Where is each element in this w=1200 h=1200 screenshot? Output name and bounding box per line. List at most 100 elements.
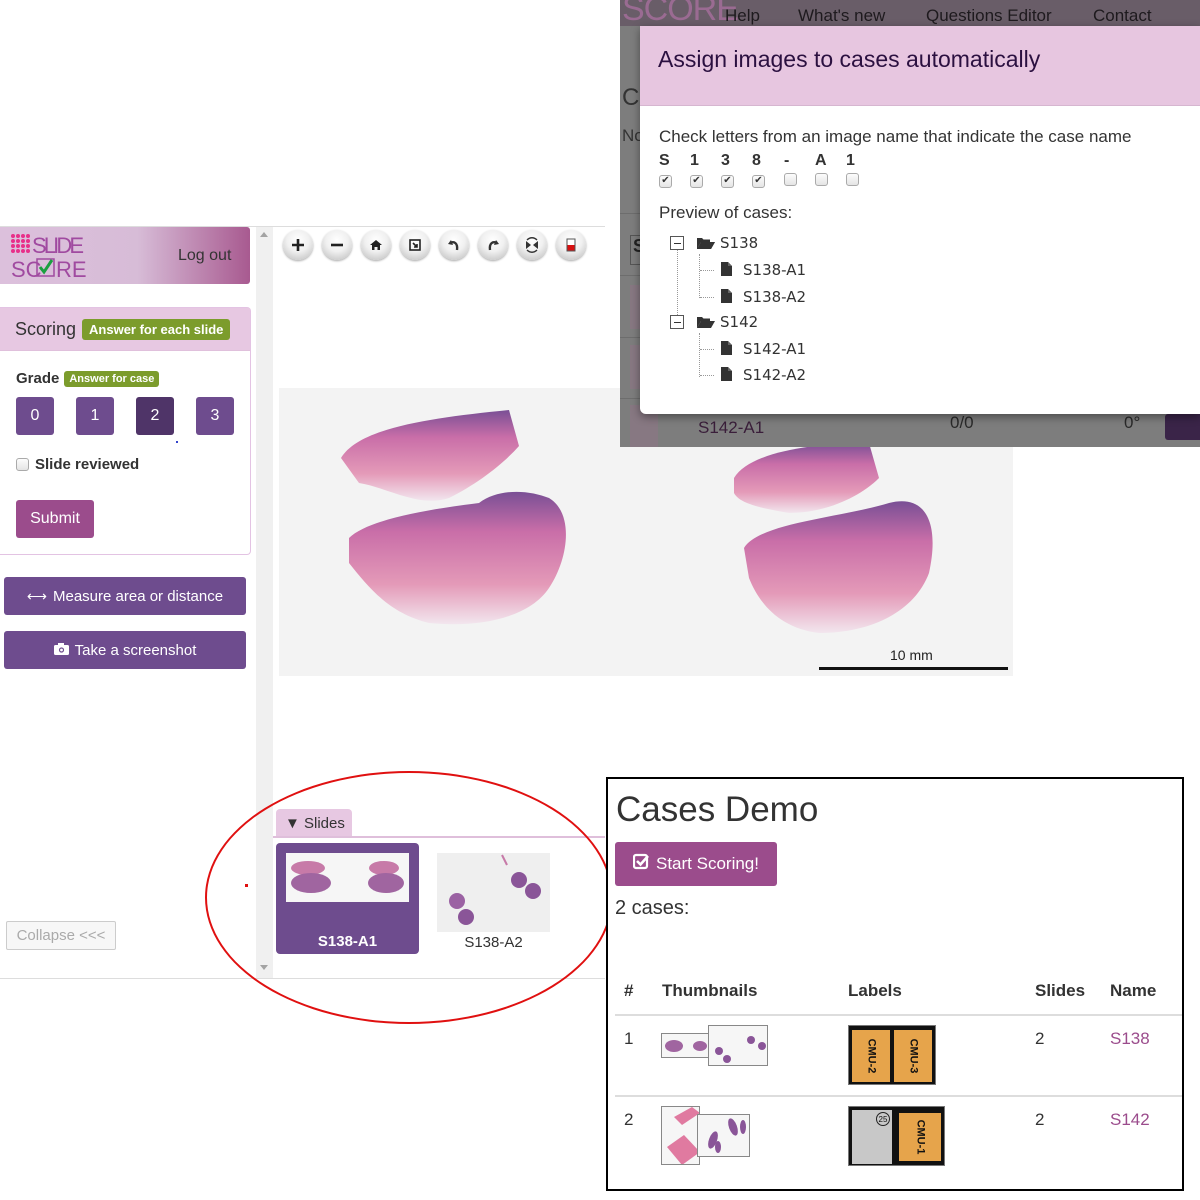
- screenshot-button-label: Take a screenshot: [74, 641, 197, 659]
- case-thumbnail[interactable]: [708, 1025, 768, 1066]
- nav-help[interactable]: Help: [725, 6, 760, 26]
- flip-button[interactable]: [517, 230, 547, 260]
- logout-link[interactable]: Log out: [178, 247, 231, 265]
- color-adjust-button[interactable]: [556, 230, 586, 260]
- collapse-toggle[interactable]: [670, 236, 684, 250]
- letter-checkbox-checked[interactable]: ✔: [752, 174, 765, 188]
- letter-checkbox[interactable]: [815, 173, 828, 186]
- cases-count: 2 cases:: [615, 897, 690, 919]
- tree-case-label[interactable]: S138: [720, 234, 758, 252]
- nav-contact[interactable]: Contact: [1093, 6, 1152, 26]
- case-slide-count: 2: [1035, 1110, 1045, 1129]
- grade-option-2-selected[interactable]: 2: [136, 397, 174, 435]
- letter-char: 8: [752, 152, 761, 169]
- background-heading: C: [622, 84, 640, 111]
- fullscreen-button[interactable]: [400, 230, 430, 260]
- tree-image-label[interactable]: S142-A1: [743, 340, 806, 358]
- submit-button[interactable]: Submit: [16, 500, 94, 538]
- letter-checkbox-checked[interactable]: ✔: [690, 174, 703, 188]
- letter-checkbox[interactable]: [846, 173, 859, 186]
- slide-reviewed-checkbox[interactable]: [16, 458, 29, 471]
- case-name-link[interactable]: S142: [1110, 1110, 1150, 1130]
- divider: [273, 836, 605, 838]
- case-thumbnail[interactable]: [661, 1106, 700, 1165]
- grade-option-3[interactable]: 3: [196, 397, 234, 435]
- background-row-name: S142-A1: [698, 418, 765, 437]
- svg-text:RE: RE: [56, 257, 87, 280]
- slide-thumb-label: S138-A2: [464, 934, 523, 951]
- grade-option-1[interactable]: 1: [76, 397, 114, 435]
- modal-instruction: Check letters from an image name that in…: [659, 127, 1132, 146]
- scroll-down-arrow[interactable]: [260, 965, 268, 970]
- answer-for-case-badge: Answer for case: [64, 370, 160, 387]
- letter-checkbox-checked[interactable]: ✔: [659, 174, 672, 188]
- scalebar: [819, 667, 1008, 670]
- slide-thumb-s138-a1[interactable]: S138-A1: [276, 843, 419, 954]
- tree-connector: [699, 333, 700, 377]
- collapse-toggle[interactable]: [670, 315, 684, 329]
- zoom-in-button[interactable]: [283, 230, 313, 260]
- screenshot-button[interactable]: Take a screenshot: [4, 631, 246, 669]
- case-label-image[interactable]: 25 CMU-1: [848, 1106, 945, 1166]
- measure-button[interactable]: ⟷ Measure area or distance: [4, 577, 246, 615]
- case-label-image[interactable]: CMU-2 CMU-3: [848, 1025, 936, 1085]
- letter-checkbox-checked[interactable]: ✔: [721, 174, 734, 188]
- tree-case-label[interactable]: S142: [720, 313, 758, 331]
- letter-option: -: [784, 152, 800, 191]
- folder-open-icon: [697, 238, 715, 249]
- case-number: 2: [624, 1110, 634, 1129]
- svg-text:SLIDE: SLIDE: [32, 233, 84, 258]
- slide-thumb-s138-a2[interactable]: S138-A2: [422, 843, 565, 954]
- case-slide-count: 2: [1035, 1029, 1045, 1048]
- slide-reviewed-label: Slide reviewed: [35, 456, 140, 473]
- column-header-name: Name: [1110, 981, 1157, 1000]
- letter-char: 1: [846, 152, 855, 169]
- tree-image-label[interactable]: S142-A2: [743, 366, 806, 384]
- label-text: CMU-2: [865, 1038, 877, 1074]
- column-header-thumbnails: Thumbnails: [662, 981, 758, 1000]
- letter-checkbox[interactable]: [784, 173, 797, 186]
- scroll-up-arrow[interactable]: [260, 232, 268, 237]
- start-scoring-label: Start Scoring!: [656, 854, 759, 873]
- start-scoring-button[interactable]: Start Scoring!: [615, 842, 777, 886]
- label-card: CMU-3: [894, 1030, 932, 1082]
- label-card: CMU-2: [852, 1030, 890, 1082]
- file-icon: [721, 289, 732, 303]
- label-card: CMU-1: [899, 1113, 941, 1161]
- column-header-number: #: [624, 981, 634, 1000]
- camera-icon: [53, 642, 69, 658]
- folder-open-icon: [697, 317, 715, 328]
- divider: [0, 978, 605, 979]
- slide-thumbnail-image: [286, 853, 409, 902]
- label-text: 25: [876, 1112, 890, 1126]
- case-preview-tree: S138 S138-A1 S138-A2 S142 S142-A1 S142-A…: [670, 232, 970, 392]
- assign-cases-modal: Assign images to cases automatically Che…: [640, 26, 1200, 414]
- letter-char: -: [784, 152, 790, 169]
- case-thumbnail[interactable]: [661, 1033, 711, 1058]
- tree-connector: [700, 349, 714, 350]
- minus-icon: [331, 243, 343, 247]
- collapse-button[interactable]: Collapse <<<: [6, 921, 116, 950]
- tree-image-label[interactable]: S138-A2: [743, 288, 806, 306]
- slides-tab[interactable]: ▼ Slides: [276, 809, 352, 837]
- tree-image-label[interactable]: S138-A1: [743, 261, 806, 279]
- flip-icon: [526, 237, 538, 253]
- home-button[interactable]: [361, 230, 391, 260]
- zoom-out-button[interactable]: [322, 230, 352, 260]
- label-text: CMU-1: [914, 1119, 926, 1155]
- grade-option-0[interactable]: 0: [16, 397, 54, 435]
- letter-option: 1 ✔: [690, 152, 706, 188]
- nav-whats-new[interactable]: What's new: [798, 6, 885, 26]
- tissue-piece: [744, 501, 933, 633]
- letter-option: 1: [846, 152, 862, 191]
- rotate-right-button[interactable]: [478, 230, 508, 260]
- background-button: [1165, 414, 1200, 440]
- case-thumbnail[interactable]: [697, 1114, 750, 1157]
- check-square-icon: [632, 853, 650, 875]
- tissue-piece: [341, 410, 519, 501]
- nav-questions-editor[interactable]: Questions Editor: [926, 6, 1052, 26]
- case-name-link[interactable]: S138: [1110, 1029, 1150, 1049]
- vertical-scrollbar[interactable]: [256, 227, 273, 978]
- rotate-left-button[interactable]: [439, 230, 469, 260]
- slide-reviewed-row: Slide reviewed: [16, 456, 139, 473]
